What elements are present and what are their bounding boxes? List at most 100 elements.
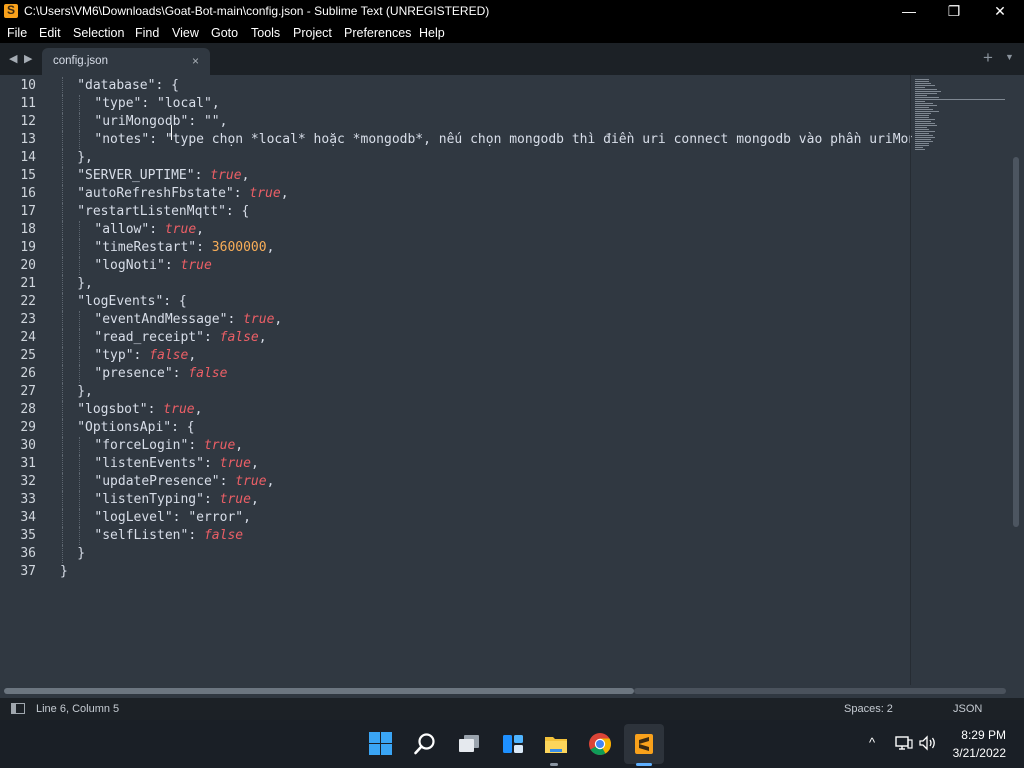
code-line[interactable]: "database": { — [77, 77, 179, 95]
menu-goto[interactable]: Goto — [211, 26, 238, 40]
clock-date[interactable]: 3/21/2022 — [940, 746, 1006, 760]
code-line[interactable]: "uriMongodb": "", — [94, 113, 227, 131]
code-line[interactable]: "read_receipt": false, — [94, 329, 266, 347]
line-number: 21 — [20, 276, 36, 291]
menu-tools[interactable]: Tools — [251, 26, 280, 40]
menu-help[interactable]: Help — [419, 26, 445, 40]
menu-project[interactable]: Project — [293, 26, 332, 40]
code-line[interactable]: } — [77, 545, 85, 563]
code-line[interactable]: "type": "local", — [94, 95, 219, 113]
minimize-button[interactable]: — — [886, 0, 932, 23]
tab-config-json[interactable]: config.json × — [42, 48, 210, 75]
cursor-position[interactable]: Line 6, Column 5 — [36, 703, 119, 715]
sublime-text-logo-icon — [4, 3, 18, 18]
code-token-punct: , — [250, 492, 259, 507]
menu-file[interactable]: File — [7, 26, 27, 40]
code-line[interactable]: "eventAndMessage": true, — [94, 311, 282, 329]
code-line[interactable]: "allow": true, — [94, 221, 204, 239]
line-number: 27 — [20, 384, 36, 399]
line-number: 20 — [20, 258, 36, 273]
mouse-ibeam-cursor — [171, 125, 178, 140]
indentation-setting[interactable]: Spaces: 2 — [844, 703, 893, 715]
minimap-line — [915, 99, 1005, 100]
code-line[interactable]: }, — [77, 275, 93, 293]
network-icon[interactable] — [895, 735, 913, 751]
code-token-bool: true — [243, 312, 275, 327]
code-line[interactable]: "restartListenMqtt": { — [77, 203, 249, 221]
editor-area[interactable]: 10 11 12 13 14 15 16 17 18 19 20 21 22 23 24 25 26 27 28 29… — [0, 75, 1024, 685]
minimap-line — [915, 125, 937, 126]
close-window-button[interactable]: ✕ — [977, 0, 1023, 23]
widgets-icon[interactable] — [501, 732, 525, 756]
tab-close-icon[interactable]: × — [192, 54, 199, 68]
code-line[interactable]: "logsbot": true, — [77, 401, 202, 419]
code-line[interactable]: "presence": false — [94, 365, 227, 383]
menu-preferences[interactable]: Preferences — [344, 26, 411, 40]
code-token-punct: } — [60, 564, 68, 579]
code-line[interactable]: "timeRestart": 3600000, — [94, 239, 274, 257]
code-line[interactable]: "listenTyping": true, — [94, 491, 258, 509]
sublime-text-icon[interactable] — [632, 732, 656, 756]
new-tab-plus-icon[interactable]: + — [983, 48, 993, 68]
code-line[interactable]: "notes": "type chọn *local* hoặc *mongod… — [94, 131, 912, 149]
tab-back-arrow-icon[interactable]: ◀ — [9, 52, 17, 65]
code-line[interactable]: "logNoti": true — [94, 257, 211, 275]
code-token-bool: true — [164, 222, 197, 237]
title-bar[interactable]: C:\Users\VM6\Downloads\Goat-Bot-main\con… — [0, 0, 1024, 23]
code-line[interactable]: "autoRefreshFbstate": true, — [77, 185, 288, 203]
code-token-punct: , — [188, 348, 197, 363]
code-line[interactable]: "listenEvents": true, — [94, 455, 258, 473]
horizontal-scrollbar[interactable] — [0, 685, 1024, 698]
indent-guide — [79, 311, 81, 329]
clock-time[interactable]: 8:29 PM — [948, 728, 1006, 742]
tab-forward-arrow-icon[interactable]: ▶ — [24, 52, 32, 65]
code-token-str: "selfListen" — [94, 528, 189, 543]
code-token-bool: true — [219, 492, 251, 507]
search-icon[interactable] — [413, 732, 437, 756]
menu-bar: File Edit Selection Find View Goto Tools… — [0, 23, 1024, 43]
volume-icon[interactable] — [919, 735, 937, 751]
code-line[interactable]: "OptionsApi": { — [77, 419, 194, 437]
menu-selection[interactable]: Selection — [73, 26, 124, 40]
code-line[interactable]: "forceLogin": true, — [94, 437, 243, 455]
indent-guide — [62, 473, 63, 491]
indent-guide — [79, 239, 81, 257]
code-line[interactable]: "typ": false, — [94, 347, 196, 365]
menu-edit[interactable]: Edit — [39, 26, 61, 40]
code-line[interactable]: }, — [77, 149, 93, 167]
toggle-panel-icon[interactable] — [11, 703, 25, 714]
chrome-icon[interactable] — [588, 732, 612, 756]
menu-view[interactable]: View — [172, 26, 199, 40]
indent-guide — [79, 527, 81, 545]
file-explorer-icon[interactable] — [544, 732, 568, 756]
syntax-mode[interactable]: JSON — [953, 703, 982, 715]
indent-guide — [79, 113, 81, 131]
code-line[interactable]: "selfListen": false — [94, 527, 243, 545]
code-token-str: "" — [203, 114, 220, 129]
task-view-icon[interactable] — [457, 732, 481, 756]
code-token-punct: : — [188, 438, 204, 453]
code-token-punct: : { — [225, 204, 250, 219]
tab-list-dropdown-icon[interactable]: ▼ — [1005, 52, 1014, 62]
indent-guide — [62, 347, 63, 365]
maximize-button[interactable]: ❐ — [931, 0, 977, 23]
tab-label: config.json — [53, 55, 108, 67]
horizontal-scrollbar-track[interactable] — [634, 688, 1006, 694]
windows-start-icon[interactable] — [369, 732, 393, 756]
code-token-punct: , — [266, 240, 275, 255]
minimap-line — [915, 115, 929, 116]
code-line[interactable]: }, — [77, 383, 93, 401]
code-view[interactable]: "database": {"type": "local", "uriMongodb… — [44, 75, 912, 685]
code-token-punct: : — [141, 96, 158, 111]
code-line[interactable]: "logEvents": { — [77, 293, 187, 311]
code-line[interactable]: } — [60, 563, 68, 581]
status-bar: Line 6, Column 5 Spaces: 2 JSON — [0, 698, 1024, 720]
show-hidden-icons-chevron-icon[interactable]: ^ — [869, 735, 875, 750]
code-line[interactable]: "SERVER_UPTIME": true, — [77, 167, 249, 185]
horizontal-scrollbar-thumb[interactable] — [4, 688, 634, 694]
vertical-scrollbar[interactable] — [1013, 157, 1019, 527]
minimap[interactable] — [910, 75, 1012, 685]
code-line[interactable]: "logLevel": "error", — [94, 509, 251, 527]
code-line[interactable]: "updatePresence": true, — [94, 473, 274, 491]
menu-find[interactable]: Find — [135, 26, 159, 40]
